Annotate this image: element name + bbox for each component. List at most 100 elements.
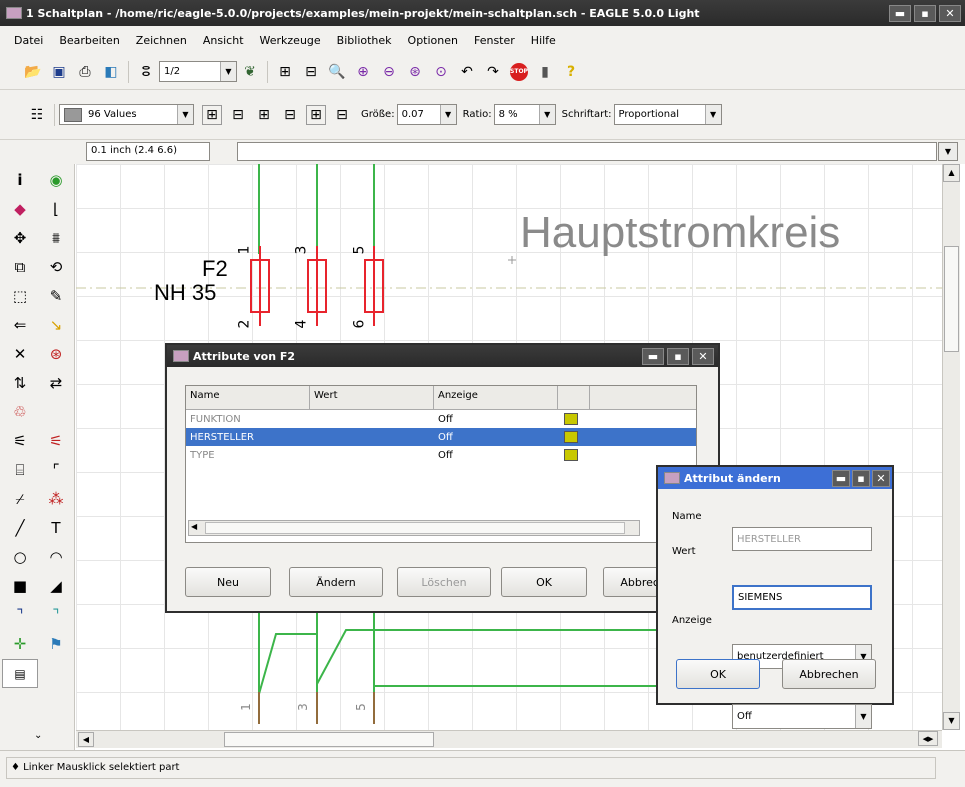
align-4-icon[interactable]: ⊟ [280, 105, 300, 125]
pinswap-icon[interactable]: ⇅ [2, 369, 38, 398]
erc-icon[interactable]: ⊟ [301, 62, 321, 82]
zoom-fit-icon[interactable]: 🔍 [327, 62, 347, 82]
table-row[interactable]: HERSTELLER Off [186, 428, 696, 446]
attribute-dialog-title-bar[interactable]: Attribute von F2 ▬ ▪ ✕ [167, 345, 718, 367]
scroll-thumb[interactable] [944, 246, 959, 352]
open-icon[interactable]: 📂 [23, 62, 43, 82]
paste-icon[interactable]: ⇐ [2, 311, 38, 340]
table-row[interactable]: TYPE Off [186, 446, 696, 464]
zoom-out-icon[interactable]: ⊖ [379, 62, 399, 82]
text-icon[interactable]: T [38, 514, 74, 543]
scroll-thumb[interactable] [224, 732, 434, 747]
show-icon[interactable]: ◉ [38, 166, 74, 195]
scroll-up-icon[interactable]: ▲ [943, 164, 960, 182]
neu-button[interactable]: Neu [185, 567, 271, 597]
menu-item-3[interactable]: Ansicht [195, 34, 252, 47]
close-button[interactable]: ✕ [692, 347, 714, 365]
save-icon[interactable]: ▣ [49, 62, 69, 82]
change-dialog-title-bar[interactable]: Attribut ändern ▬ ▪ ✕ [658, 467, 892, 489]
minimize-button[interactable]: ▬ [642, 347, 664, 365]
abbrechen-button[interactable]: Abbrechen [782, 659, 876, 689]
menu-item-0[interactable]: Datei [6, 34, 51, 47]
rect-icon[interactable]: ■ [2, 572, 38, 601]
change-icon[interactable]: ✎ [38, 282, 74, 311]
close-button[interactable]: ✕ [939, 4, 961, 22]
ok-button[interactable]: OK [501, 567, 587, 597]
display-icon[interactable]: ◆ [2, 195, 38, 224]
help-icon[interactable]: ? [561, 62, 581, 82]
layer-icon[interactable]: ☷ [27, 105, 47, 125]
copy-icon[interactable]: ⩩ [38, 224, 74, 253]
command-input[interactable] [237, 142, 937, 161]
edit-icon[interactable] [564, 413, 578, 425]
gateswap-icon[interactable]: ⇄ [38, 369, 74, 398]
value-icon[interactable]: ⚟ [38, 427, 74, 456]
ratio-input[interactable]: 8 % ▼ [493, 104, 556, 125]
cut-icon[interactable]: ↘ [38, 311, 74, 340]
invoke-icon[interactable]: ⁂ [38, 485, 74, 514]
scroll-down-icon[interactable]: ▼ [943, 712, 960, 730]
wert-field[interactable]: SIEMENS [732, 585, 872, 610]
vertical-scrollbar[interactable]: ▲ ▼ [942, 164, 960, 730]
close-button[interactable]: ✕ [872, 469, 890, 487]
delete-icon[interactable]: ✕ [2, 340, 38, 369]
smash-icon[interactable]: ⌸ [2, 456, 38, 485]
menu-item-2[interactable]: Zeichnen [128, 34, 195, 47]
sheet-select[interactable]: 1/2 ▼ [159, 61, 237, 82]
zoom-in-icon[interactable]: ⊕ [353, 62, 373, 82]
scroll-thumb[interactable] [205, 522, 625, 534]
name-field[interactable]: HERSTELLER [732, 527, 872, 551]
menu-item-7[interactable]: Fenster [466, 34, 523, 47]
script-icon[interactable]: ⵓ [136, 62, 156, 82]
split-icon[interactable]: ⌿ [2, 485, 38, 514]
values-select[interactable]: 96 Values ▼ [59, 104, 194, 125]
aendern-button[interactable]: Ändern [289, 567, 383, 597]
junction-icon[interactable]: ✛ [2, 630, 38, 659]
menu-item-8[interactable]: Hilfe [523, 34, 564, 47]
undo-icon[interactable]: ↶ [457, 62, 477, 82]
name-icon[interactable]: ⚟ [2, 427, 38, 456]
align-6-icon[interactable]: ⊟ [332, 105, 352, 125]
maximize-button[interactable]: ▪ [852, 469, 870, 487]
label-icon[interactable]: ⚑ [38, 630, 74, 659]
align-5-icon[interactable]: ⊞ [306, 104, 326, 125]
menu-item-5[interactable]: Bibliothek [329, 34, 400, 47]
redo-icon[interactable]: ↷ [483, 62, 503, 82]
attribute-icon[interactable]: ▤ [2, 659, 38, 688]
group-icon[interactable]: ⬚ [2, 282, 38, 311]
scroll-left-icon[interactable]: ◀ [191, 522, 197, 531]
align-1-icon[interactable]: ⊞ [202, 104, 222, 125]
add-icon[interactable]: ⊛ [38, 340, 74, 369]
schriftart-select[interactable]: Proportional ▼ [613, 104, 722, 125]
replace-icon[interactable]: ♲ [2, 398, 38, 427]
arc-icon[interactable]: ◠ [38, 543, 74, 572]
table-row[interactable]: FUNKTION Off [186, 410, 696, 428]
horizontal-scroll-arrows[interactable]: ◀▶ [918, 731, 938, 746]
col-header-name[interactable]: Name [186, 386, 310, 409]
expand-icon[interactable]: ⌄ [34, 730, 42, 741]
rotate-icon[interactable]: ⟲ [38, 253, 74, 282]
groesse-input[interactable]: 0.07 ▼ [396, 104, 457, 125]
mirror-icon[interactable]: ⧉ [2, 253, 38, 282]
horizontal-scrollbar[interactable]: ◀ [76, 730, 942, 748]
loeschen-button[interactable]: Löschen [397, 567, 491, 597]
zoom-select-icon[interactable]: ⊙ [431, 62, 451, 82]
move-icon[interactable]: ✥ [2, 224, 38, 253]
align-2-icon[interactable]: ⊟ [228, 105, 248, 125]
miter-icon[interactable]: ⌜ [38, 456, 74, 485]
circle-icon[interactable]: ○ [2, 543, 38, 572]
info-icon[interactable]: i [2, 166, 38, 195]
bus-icon[interactable]: ⌝ [2, 601, 38, 630]
mark-icon[interactable]: ⌊ [38, 195, 74, 224]
print-icon[interactable]: ⎙ [75, 62, 95, 82]
scroll-left-icon[interactable]: ◀ [78, 732, 94, 747]
net-icon[interactable]: ⌝ [38, 601, 74, 630]
cam-icon[interactable]: ◧ [101, 62, 121, 82]
maximize-button[interactable]: ▪ [667, 347, 689, 365]
col-header-anzeige[interactable]: Anzeige [434, 386, 558, 409]
stop-icon[interactable]: STOP [509, 62, 529, 82]
polygon-icon[interactable]: ◢ [38, 572, 74, 601]
minimize-button[interactable]: ▬ [889, 4, 911, 22]
zoom-redraw-icon[interactable]: ⊛ [405, 62, 425, 82]
edit-icon[interactable] [564, 449, 578, 461]
